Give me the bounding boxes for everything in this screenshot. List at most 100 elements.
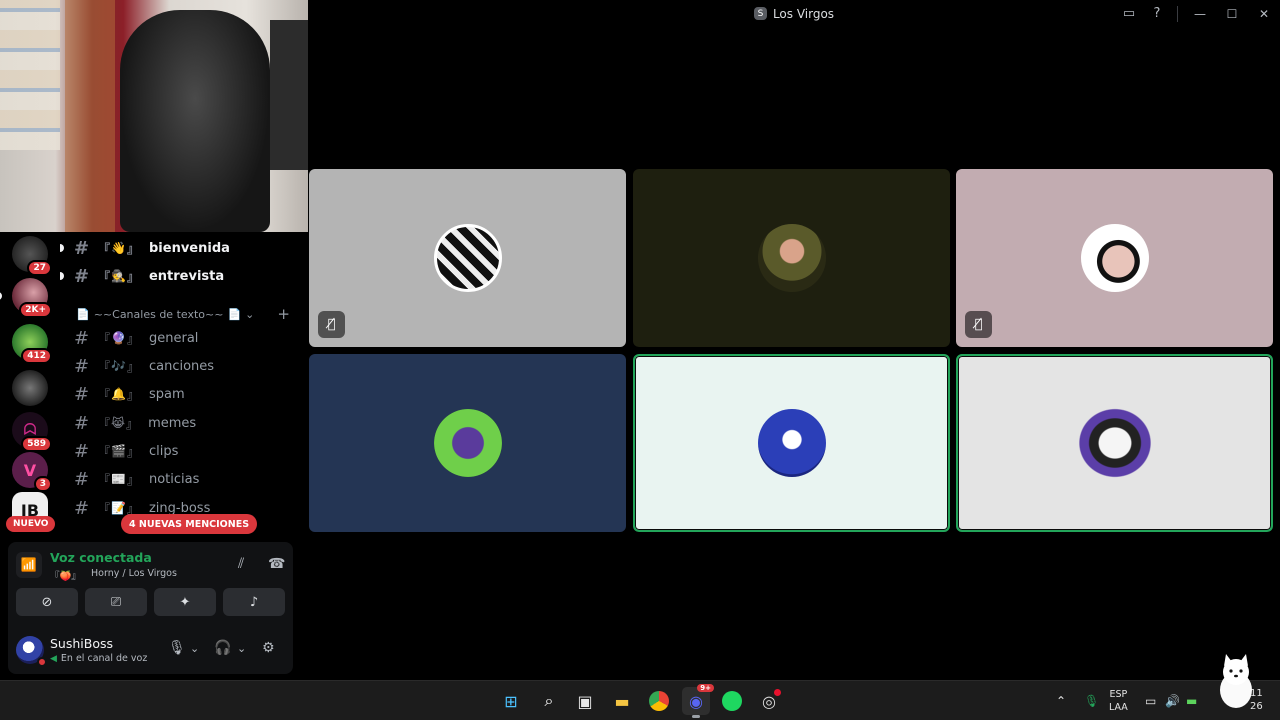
- signal-icon[interactable]: 📶: [16, 552, 42, 578]
- participant-avatar: [757, 409, 826, 477]
- title-bar: S Los Virgos ▭ ? — ☐ ✕: [308, 0, 1280, 27]
- search-icon[interactable]: ⌕: [535, 687, 563, 715]
- window-title-group: S Los Virgos: [753, 6, 835, 21]
- voice-status-title[interactable]: Voz conectada: [50, 550, 152, 565]
- soundboard-button[interactable]: ♪: [223, 588, 285, 616]
- channel-entrevista[interactable]: # 『🕵』 entrevista: [74, 264, 294, 288]
- category-text-channels[interactable]: 📄 ~~Canales de texto~~ 📄 ⌄ +: [76, 305, 290, 323]
- tray-overflow-icon[interactable]: ⌃: [1056, 681, 1066, 720]
- channel-emoji: 『🔔』: [98, 387, 139, 402]
- channel-label: noticias: [148, 471, 200, 487]
- webcam-gaming-chair: [120, 10, 270, 232]
- muted-icon: 🎙̸: [318, 311, 345, 338]
- language-code: ESP: [1109, 689, 1128, 700]
- channel-clips[interactable]: # 『🎬』 clips: [74, 439, 294, 463]
- channel-label: canciones: [148, 358, 215, 374]
- volume-icon[interactable]: 🔊: [1165, 681, 1180, 720]
- voice-connected-panel: 📶 Voz conectada 『🍑』 Horny / Los Virgos ⫽…: [8, 542, 293, 628]
- channel-noticias[interactable]: # 『📰』 noticias: [74, 467, 294, 491]
- keyboard-layout: LAA: [1109, 702, 1128, 713]
- close-icon[interactable]: ✕: [1248, 0, 1280, 27]
- participant-avatar: [757, 224, 826, 292]
- network-icon[interactable]: ▭: [1145, 681, 1156, 720]
- username[interactable]: SushiBoss: [50, 636, 113, 651]
- discord-window: S Los Virgos ▭ ? — ☐ ✕ 27 2K+ 412 ᗣ 589 …: [0, 0, 1280, 720]
- battery-icon[interactable]: ▬: [1186, 681, 1197, 720]
- chrome-logo: [649, 691, 669, 711]
- camera-off-button[interactable]: ⊘: [16, 588, 78, 616]
- voice-channel-name[interactable]: Horny / Los Virgos: [91, 568, 177, 579]
- category-icon: 📄: [227, 307, 242, 321]
- server-selected-pill: [0, 292, 2, 300]
- channel-spam[interactable]: # 『🔔』 spam: [74, 382, 294, 406]
- hash-icon: #: [74, 355, 90, 377]
- desktop-pet-dog[interactable]: [1216, 652, 1256, 712]
- channel-label: spam: [148, 386, 185, 402]
- steam-notification-dot: [774, 689, 781, 696]
- channel-label: memes: [148, 415, 197, 431]
- server-icon-1[interactable]: 27: [12, 236, 52, 276]
- screen-share-icon: ⎚: [110, 594, 122, 610]
- channel-label: entrevista: [148, 268, 225, 284]
- help-icon[interactable]: ?: [1143, 0, 1171, 27]
- file-explorer-icon[interactable]: ▬: [608, 687, 636, 715]
- participant-avatar: [433, 224, 502, 292]
- channel-emoji: 『🎬』: [98, 444, 139, 459]
- new-mentions-pill[interactable]: 4 NUEVAS MENCIONES: [121, 514, 258, 534]
- server-6-glyph: V: [23, 460, 37, 480]
- microphone-in-use-icon[interactable]: 🎙: [1084, 681, 1099, 720]
- new-servers-pill[interactable]: NUEVO: [6, 516, 56, 532]
- steam-icon[interactable]: ◎: [755, 687, 783, 715]
- server-icon-2[interactable]: 2K+: [12, 278, 52, 318]
- language-indicator[interactable]: ESP LAA: [1109, 688, 1128, 714]
- headphones-icon[interactable]: 🎧: [214, 640, 231, 656]
- participant-avatar: [433, 409, 502, 477]
- voice-status-row: 📶 Voz conectada 『🍑』 Horny / Los Virgos ⫽…: [16, 550, 285, 582]
- user-panel: SushiBoss ◀ En el canal de voz 🎙 ⌄ 🎧 ⌄ ⚙: [8, 628, 293, 674]
- activities-button[interactable]: ✦: [154, 588, 216, 616]
- chrome-icon[interactable]: [645, 687, 673, 715]
- server-icon-3[interactable]: 412: [12, 324, 52, 364]
- noise-suppression-icon[interactable]: ⫽: [238, 556, 244, 572]
- channel-label: general: [148, 330, 199, 346]
- server-icon-6[interactable]: V 3: [12, 452, 52, 492]
- server-icon-5[interactable]: ᗣ 589: [12, 412, 52, 452]
- dog-nose: [1234, 674, 1238, 678]
- hash-icon: #: [74, 327, 90, 349]
- gear-icon[interactable]: ⚙: [262, 640, 275, 656]
- inbox-icon[interactable]: ▭: [1115, 0, 1143, 27]
- screen-share-button[interactable]: ⎚: [85, 588, 147, 616]
- participant-tile-2[interactable]: [633, 169, 950, 347]
- maximize-icon[interactable]: ☐: [1216, 0, 1248, 27]
- voice-action-buttons: ⊘ ⎚ ✦ ♪: [16, 588, 285, 616]
- start-button[interactable]: ⊞: [497, 687, 525, 715]
- chevron-down-icon[interactable]: ⌄: [237, 642, 246, 655]
- discord-taskbar-icon[interactable]: ◉ 9+: [682, 684, 714, 718]
- channel-canciones[interactable]: # 『🎶』 canciones: [74, 354, 294, 378]
- discord-notification-badge: 9+: [697, 684, 714, 692]
- participant-tile-6[interactable]: [956, 354, 1273, 532]
- participant-tile-3[interactable]: 🎙̸: [956, 169, 1273, 347]
- participant-avatar: [1074, 405, 1155, 481]
- participant-tile-1[interactable]: 🎙̸: [309, 169, 626, 347]
- add-channel-icon[interactable]: +: [277, 305, 290, 323]
- spotify-icon[interactable]: [718, 687, 746, 715]
- participant-tile-4[interactable]: [309, 354, 626, 532]
- status-badge: [37, 657, 47, 667]
- hash-icon: #: [74, 237, 90, 259]
- channel-memes[interactable]: # 『😹』 memes: [74, 411, 294, 435]
- channel-general[interactable]: # 『🔮』 general: [74, 326, 294, 350]
- participant-avatar: [1080, 224, 1149, 292]
- channel-bienvenida[interactable]: # 『👋』 bienvenida: [74, 236, 294, 260]
- channel-label: bienvenida: [148, 240, 230, 256]
- microphone-icon[interactable]: 🎙: [168, 640, 186, 656]
- minimize-icon[interactable]: —: [1184, 0, 1216, 27]
- store-icon[interactable]: ▣: [571, 687, 599, 715]
- server-icon-4[interactable]: [12, 370, 48, 406]
- channel-label: clips: [148, 443, 179, 459]
- participant-tile-5[interactable]: [633, 354, 950, 532]
- disconnect-icon[interactable]: ☎: [268, 556, 285, 572]
- channel-emoji: 『📰』: [98, 472, 139, 487]
- chevron-down-icon[interactable]: ⌄: [190, 642, 199, 655]
- window-title: Los Virgos: [772, 6, 835, 21]
